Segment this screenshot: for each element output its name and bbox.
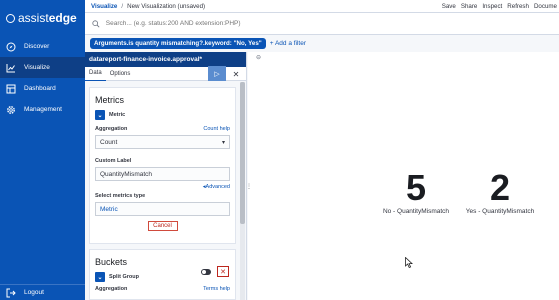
play-icon: ▷ xyxy=(214,70,220,78)
buckets-card: Buckets ⌄ Split Group ✕ Aggregation Term… xyxy=(89,249,236,300)
refresh-button[interactable]: Refresh xyxy=(507,3,529,10)
metric-agg-header[interactable]: ⌄ Metric xyxy=(95,110,235,120)
breadcrumb-current: New Visualization (unsaved) xyxy=(127,2,206,10)
enable-toggle[interactable] xyxy=(201,269,211,275)
metric-no: 5 No - QuantityMismatch xyxy=(376,167,456,216)
nav-item-visualize[interactable]: Visualize xyxy=(0,57,85,78)
brand-name-light: assist xyxy=(18,11,49,25)
aggregation-label: Aggregation xyxy=(95,126,128,132)
advanced-toggle[interactable]: ◂Advanced xyxy=(90,184,230,190)
buckets-heading: Buckets xyxy=(95,257,128,267)
chevron-down-icon[interactable]: ⌄ xyxy=(95,110,105,120)
search-icon xyxy=(89,17,103,31)
search-input[interactable] xyxy=(105,20,559,27)
filter-bar: Arguments.is quantity mismatching?.keywo… xyxy=(85,35,559,52)
metrics-heading: Metrics xyxy=(95,95,124,105)
tab-data[interactable]: Data xyxy=(85,67,106,81)
resize-handle[interactable]: ⋮ xyxy=(246,183,252,190)
metric-label: Yes - QuantityMismatch xyxy=(465,208,535,215)
top-bar: Visualize / New Visualization (unsaved) … xyxy=(85,0,559,13)
count-help-link[interactable]: Count help xyxy=(203,126,230,132)
select-type-row: Select metrics type xyxy=(95,193,230,199)
index-pattern-title: datareport-finance-invoice.approval* xyxy=(85,52,246,67)
nav-item-label: Management xyxy=(24,106,62,113)
aggregation-row: Aggregation Count help xyxy=(95,126,230,132)
nav-item-label: Visualize xyxy=(24,64,50,71)
visualization-area: ⊖ ⋮ 5 No - QuantityMismatch 2 Yes - Quan… xyxy=(246,52,559,300)
editor-panel: datareport-finance-invoice.approval* Dat… xyxy=(85,52,247,300)
dashboard-icon xyxy=(6,84,16,94)
custom-label-input[interactable]: QuantityMismatch xyxy=(95,167,230,181)
collapse-sidebar-icon[interactable]: ⊖ xyxy=(256,54,261,61)
top-actions: Save Share Inspect Refresh Docume xyxy=(442,3,559,10)
custom-label-row: Custom Label xyxy=(95,158,230,164)
nav-item-management[interactable]: Management xyxy=(0,99,85,120)
brand-logo[interactable]: assist edge xyxy=(0,0,85,36)
panel-scrollbar[interactable] xyxy=(240,82,245,300)
side-nav: assist edge Discover Visualize Dashboard … xyxy=(0,0,85,300)
select-type-label: Select metrics type xyxy=(95,193,146,199)
logout-icon xyxy=(6,288,16,298)
metric-label: No - QuantityMismatch xyxy=(382,208,450,215)
apply-changes-button[interactable]: ▷ xyxy=(208,66,226,81)
save-button[interactable]: Save xyxy=(442,3,456,10)
chevron-down-icon[interactable]: ⌄ xyxy=(95,272,105,282)
aggregation-select[interactable]: Count ▾ xyxy=(95,135,230,149)
nav-item-label: Dashboard xyxy=(24,85,56,92)
metrics-type-value: Metric xyxy=(100,205,118,213)
nav-item-discover[interactable]: Discover xyxy=(0,36,85,57)
query-bar xyxy=(85,13,559,35)
metric-value: 2 xyxy=(489,167,511,208)
cancel-button[interactable]: Cancel xyxy=(147,221,178,231)
docs-button[interactable]: Docume xyxy=(534,3,557,10)
discard-button[interactable]: ✕ xyxy=(230,67,242,81)
editor-tabs: Data Options ▷ ✕ xyxy=(85,66,246,81)
bucket-agg-header[interactable]: ⌄ Split Group xyxy=(95,272,235,282)
share-button[interactable]: Share xyxy=(461,3,478,10)
inspect-button[interactable]: Inspect xyxy=(482,3,502,10)
metrics-card: Metrics ⌄ Metric Aggregation Count help … xyxy=(89,87,236,244)
logout-label: Logout xyxy=(24,289,44,296)
breadcrumb-visualize[interactable]: Visualize xyxy=(91,3,117,10)
add-filter-button[interactable]: + Add a filter xyxy=(270,40,306,47)
remove-bucket-button[interactable]: ✕ xyxy=(217,266,229,277)
nav-item-dashboard[interactable]: Dashboard xyxy=(0,78,85,99)
bucket-aggregation-row: Aggregation Terms help xyxy=(95,286,230,292)
bucket-aggregation-label: Aggregation xyxy=(95,286,128,292)
tab-options[interactable]: Options xyxy=(106,67,135,81)
metric-yes: 2 Yes - QuantityMismatch xyxy=(460,167,540,216)
nav-item-label: Discover xyxy=(24,43,50,50)
mouse-pointer-icon xyxy=(405,257,413,268)
filter-pill[interactable]: Arguments.is quantity mismatching?.keywo… xyxy=(90,38,266,49)
close-icon: ✕ xyxy=(220,268,226,276)
gear-icon xyxy=(6,105,16,115)
bucket-agg-title: Split Group xyxy=(109,274,139,280)
brand-name-bold: edge xyxy=(48,11,77,25)
custom-label-value: QuantityMismatch xyxy=(100,170,153,178)
aggregation-select-value: Count xyxy=(100,138,118,146)
logout-button[interactable]: Logout xyxy=(0,284,85,300)
metric-value: 5 xyxy=(405,167,427,208)
metric-agg-title: Metric xyxy=(109,112,126,118)
compass-icon xyxy=(6,42,16,52)
metrics-type-select[interactable]: Metric xyxy=(95,202,230,216)
chevron-down-icon: ▾ xyxy=(221,140,225,146)
close-icon: ✕ xyxy=(232,69,240,79)
logo-mark-icon xyxy=(6,13,15,23)
breadcrumb-separator: / xyxy=(121,2,124,10)
chart-icon xyxy=(6,63,16,73)
advanced-label: Advanced xyxy=(205,184,230,190)
scrollbar-thumb[interactable] xyxy=(240,82,245,224)
terms-help-link[interactable]: Terms help xyxy=(203,286,230,292)
custom-label-label: Custom Label xyxy=(95,158,132,164)
